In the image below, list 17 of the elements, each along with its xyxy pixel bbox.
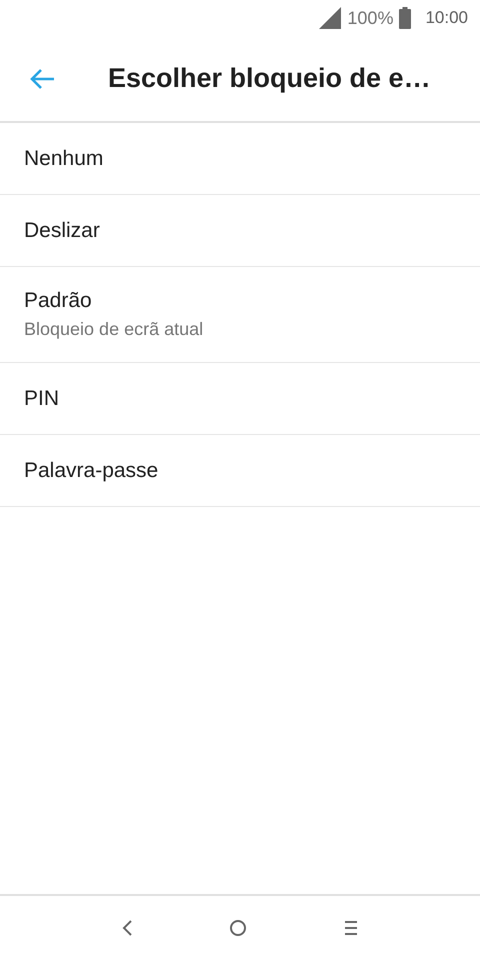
option-label: Deslizar <box>24 218 101 242</box>
signal-icon <box>319 7 342 29</box>
option-label: Nenhum <box>24 146 104 170</box>
option-label: PIN <box>24 386 60 410</box>
lock-option[interactable]: Palavra-passe <box>0 435 480 507</box>
lock-option[interactable]: Deslizar <box>0 195 480 267</box>
battery-icon <box>399 7 412 29</box>
lock-option[interactable]: Nenhum <box>0 123 480 195</box>
option-label: Padrão <box>24 289 93 313</box>
lock-option[interactable]: PIN <box>0 363 480 435</box>
screen-title: Escolher bloqueio de e… <box>108 63 431 94</box>
option-label: Palavra-passe <box>24 458 160 482</box>
clock: 10:00 <box>425 8 468 28</box>
lock-option[interactable]: Padrão Bloqueio de ecrã atual <box>0 267 480 363</box>
option-summary: Bloqueio de ecrã atual <box>24 319 204 340</box>
battery-percent: 100% <box>347 8 394 28</box>
back-arrow-icon[interactable] <box>29 68 55 90</box>
